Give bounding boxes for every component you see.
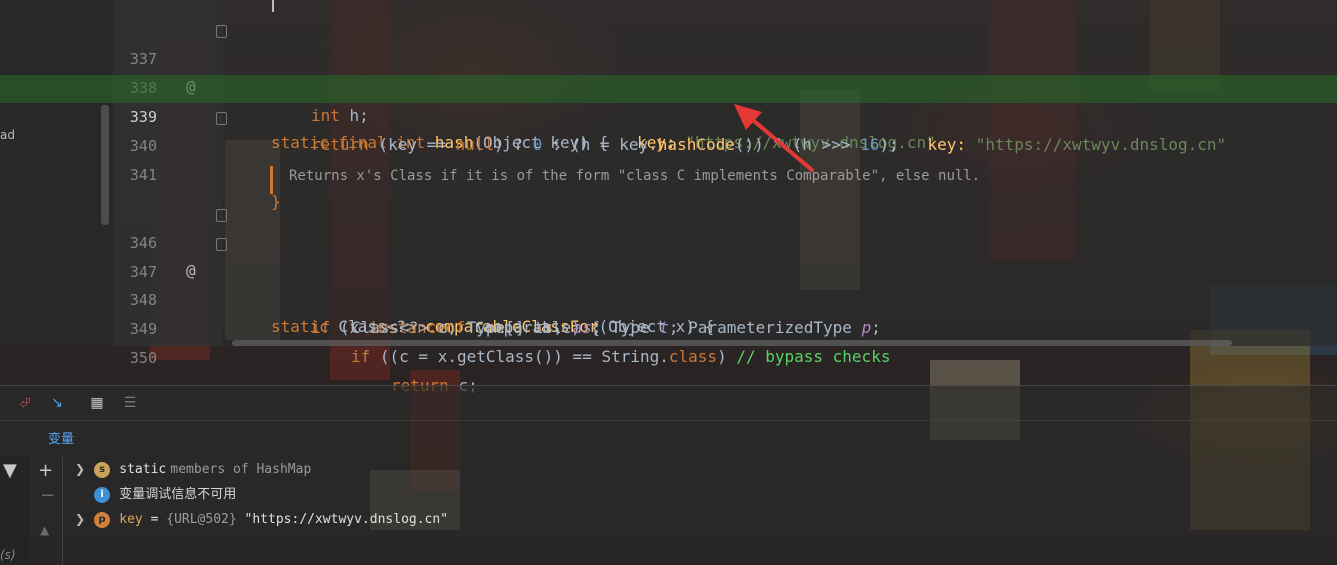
tree-row-info: i 变量调试信息不可用: [70, 482, 448, 507]
variable-name: key: [119, 512, 143, 527]
horizontal-scrollbar[interactable]: [232, 340, 1232, 346]
debug-variables-panel: ⮰ ↘ ▦ ☰ 变量 ▼ + − ▲ ❯ s static members of…: [0, 385, 1337, 565]
info-icon: i: [94, 486, 111, 503]
static-badge-icon: s: [94, 461, 111, 478]
rendered-doc-comment[interactable]: Returns x's Class if it is of the form "…: [289, 168, 980, 184]
code-line-339-current[interactable]: 339 return (key == null) ? 0 : (h = key.…: [0, 75, 1337, 154]
parameter-badge-icon: p: [94, 511, 111, 528]
remove-watch-icon[interactable]: −: [40, 485, 55, 506]
fold-icon[interactable]: [216, 209, 227, 222]
variable-value: "https://xwtwyv.dnslog.cn": [236, 512, 449, 527]
variables-tab[interactable]: 变量: [48, 428, 74, 447]
variables-tree: ❯ s static members of HashMap i 变量调试信息不可…: [70, 457, 448, 532]
debug-toolbar: ⮰ ↘ ▦ ☰: [0, 385, 1337, 421]
info-message: 变量调试信息不可用: [119, 487, 237, 502]
code-line-348[interactable]: 348 Class<?> c; Type[] ts, as; Type t; P…: [0, 258, 1337, 337]
restore-layout-icon[interactable]: ⮰: [16, 394, 34, 412]
add-watch-icon[interactable]: +: [38, 460, 53, 481]
fold-icon[interactable]: [216, 238, 227, 251]
tree-row-static-members[interactable]: ❯ s static members of HashMap: [70, 457, 448, 482]
variable-type: {URL@502}: [166, 512, 237, 527]
equals-sign: =: [142, 512, 167, 527]
code-editor[interactable]: ad 337 @ static final int hash(Object ke…: [0, 0, 1337, 395]
line-number: 350: [129, 349, 157, 367]
doc-comment-bar: [270, 166, 273, 194]
settings-list-icon[interactable]: ☰: [121, 394, 139, 412]
fold-icon[interactable]: [216, 25, 227, 38]
code-line-338[interactable]: 338 int h;: [0, 46, 1337, 125]
tree-row-key[interactable]: ❯ p key = {URL@502} "https://xwtwyv.dnsl…: [70, 507, 448, 532]
static-keyword: static: [119, 462, 167, 477]
expand-arrow-icon[interactable]: ❯: [70, 507, 90, 532]
code-line-346[interactable]: 346 @ static Class<?> comparableClassFor…: [0, 201, 1337, 336]
truncated-label: (s): [0, 548, 16, 562]
code-line-341[interactable]: 341: [0, 133, 1337, 184]
doc-comment-edge: [272, 0, 274, 12]
step-into-cursor-icon[interactable]: ↘: [48, 394, 66, 412]
table-view-icon[interactable]: ▦: [88, 394, 106, 412]
line-number: 341: [129, 166, 157, 184]
expand-arrow-icon[interactable]: ❯: [70, 457, 90, 482]
annotation-arrow-icon: [734, 104, 814, 172]
code-line-347[interactable]: 347 if (x instanceof Comparable) {: [0, 230, 1337, 337]
fold-icon[interactable]: [216, 112, 227, 125]
row-label: members of HashMap: [170, 462, 312, 477]
code-text: if ((c = x.getClass()) == String.class) …: [351, 347, 891, 366]
filter-icon[interactable]: ▼: [3, 460, 17, 481]
move-up-icon[interactable]: ▲: [40, 523, 49, 537]
code-line-337[interactable]: 337 @ static final int hash(Object key) …: [0, 17, 1337, 152]
code-line-340[interactable]: 340 }: [0, 104, 1337, 211]
code-line-349[interactable]: 349 if ((c = x.getClass()) == String.cla…: [0, 287, 1337, 366]
